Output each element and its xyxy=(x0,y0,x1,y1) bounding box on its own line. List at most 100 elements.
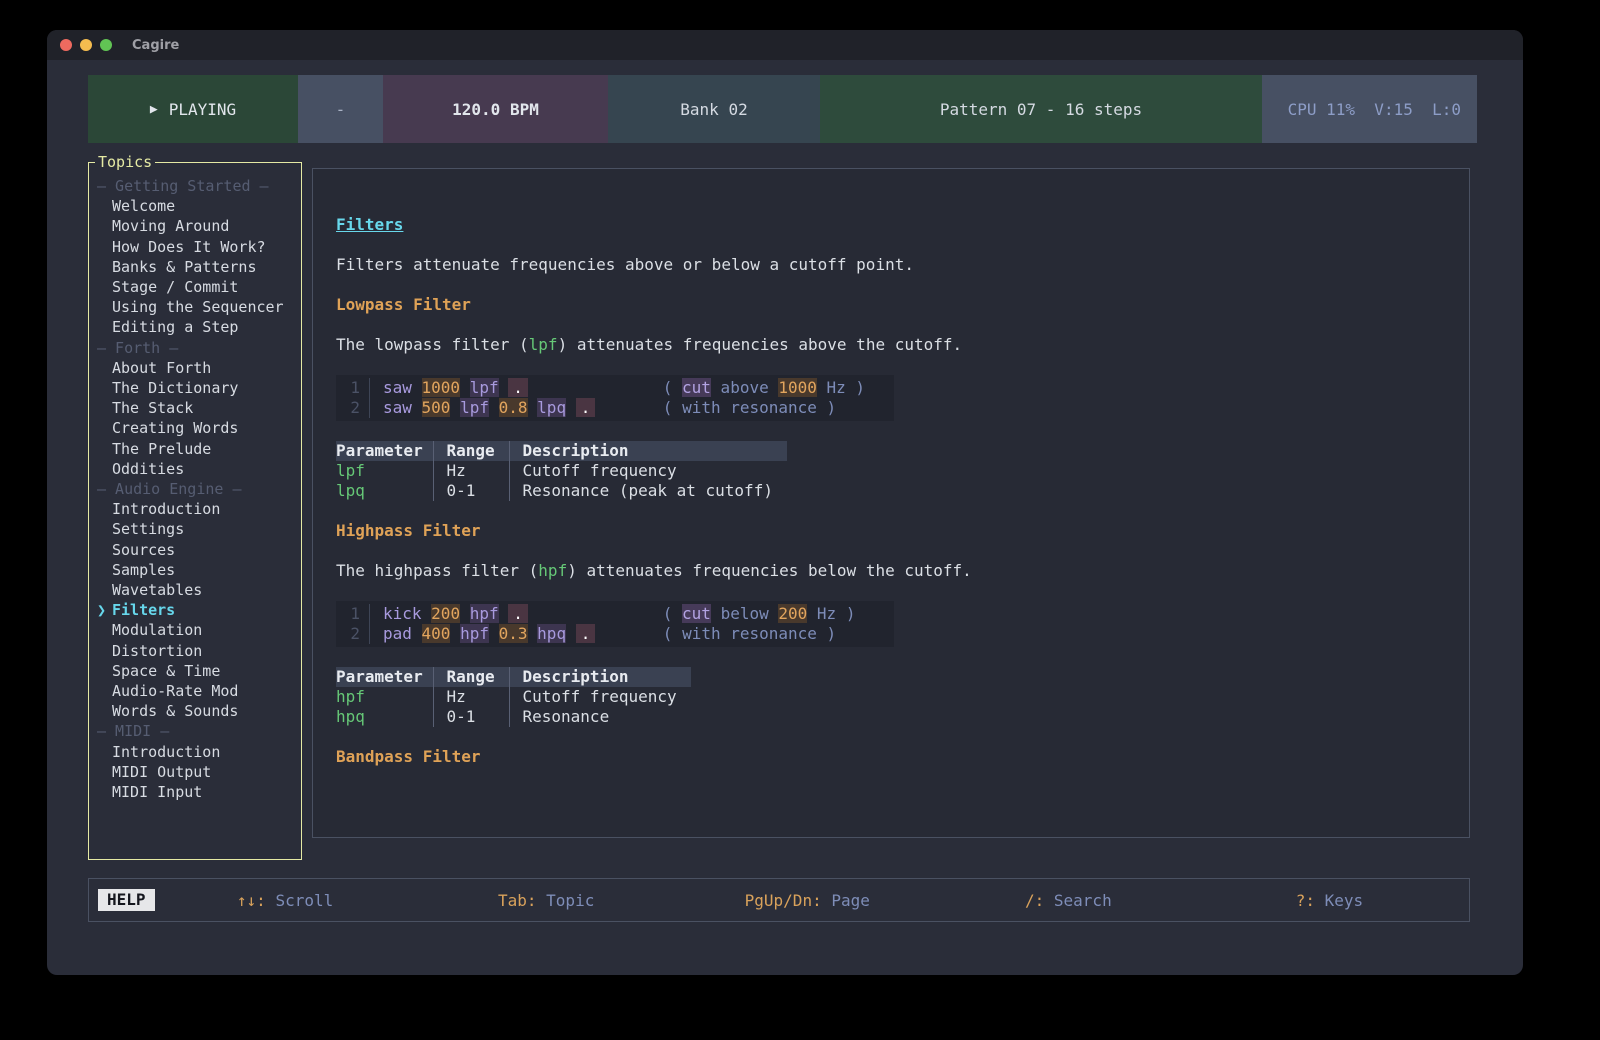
topic-label: Samples xyxy=(112,561,175,579)
topic-item[interactable]: Sources xyxy=(89,540,301,560)
topic-item[interactable]: Space & Time xyxy=(89,661,301,681)
text-span xyxy=(489,398,499,417)
maximize-window-icon[interactable] xyxy=(100,39,112,51)
topic-item[interactable]: Banks & Patterns xyxy=(89,257,301,277)
line-number: 2 xyxy=(336,398,370,418)
topic-label: Audio-Rate Mod xyxy=(112,682,238,700)
text-span xyxy=(489,624,499,643)
topic-label: Introduction xyxy=(112,743,220,761)
paragraph: The lowpass filter (lpf) attenuates freq… xyxy=(336,335,1469,355)
key-hint[interactable]: ↑↓: Scroll xyxy=(155,891,416,910)
topic-item[interactable]: The Stack xyxy=(89,398,301,418)
topic-item[interactable]: ❯Filters xyxy=(89,600,301,620)
text-span: The highpass filter ( xyxy=(336,561,538,580)
code-token-dot: . xyxy=(576,624,596,643)
table-cell: Hz xyxy=(433,461,509,481)
code-token-cmt: ( xyxy=(663,378,682,397)
topic-section-header: — MIDI — xyxy=(89,721,301,741)
transport-segment: ▶ PLAYING xyxy=(88,75,298,143)
topic-item[interactable]: Editing a Step xyxy=(89,317,301,337)
text-span xyxy=(566,398,576,417)
topic-list[interactable]: — Getting Started —WelcomeMoving AroundH… xyxy=(89,163,301,802)
text-span xyxy=(450,624,460,643)
section-heading: Lowpass Filter xyxy=(336,295,1469,315)
topic-label: — Audio Engine — xyxy=(97,480,242,498)
topic-item[interactable]: Introduction xyxy=(89,499,301,519)
help-content[interactable]: FiltersFilters attenuate frequencies abo… xyxy=(312,168,1470,838)
text-span xyxy=(499,378,509,397)
topic-item[interactable]: Modulation xyxy=(89,620,301,640)
topic-item[interactable]: Wavetables xyxy=(89,580,301,600)
close-window-icon[interactable] xyxy=(60,39,72,51)
code-token-lav: saw xyxy=(383,378,422,397)
code-token-lav: kick xyxy=(383,604,431,623)
topic-item[interactable]: Introduction xyxy=(89,742,301,762)
pattern-display: Pattern 07 - 16 steps xyxy=(820,75,1262,143)
code-token-dot: . xyxy=(508,604,528,623)
topics-sidebar-title: Topics xyxy=(95,153,155,171)
topic-item[interactable]: MIDI Input xyxy=(89,782,301,802)
code-line: 2saw 500 lpf 0.8 lpq . ( with resonance … xyxy=(336,398,894,418)
key-hint[interactable]: ?: Keys xyxy=(1199,891,1460,910)
table-cell: 0-1 xyxy=(433,481,509,501)
code-token-cmt: above xyxy=(711,378,778,397)
key-hint[interactable]: /: Search xyxy=(938,891,1199,910)
topic-label: Banks & Patterns xyxy=(112,258,257,276)
topic-section-header: — Getting Started — xyxy=(89,176,301,196)
topic-label: Settings xyxy=(112,520,184,538)
code-token-cmt: Hz ) xyxy=(817,378,865,397)
topic-item[interactable]: Distortion xyxy=(89,641,301,661)
topic-item[interactable]: The Dictionary xyxy=(89,378,301,398)
code-token-ltok: hpf xyxy=(460,624,489,643)
topic-item[interactable]: Stage / Commit xyxy=(89,277,301,297)
code-token-cmt: Hz ) xyxy=(807,604,855,623)
topic-item[interactable]: How Does It Work? xyxy=(89,237,301,257)
topic-item[interactable]: Moving Around xyxy=(89,216,301,236)
text-span xyxy=(595,624,662,643)
topic-item[interactable]: Samples xyxy=(89,560,301,580)
hint-key: ↑↓: xyxy=(237,891,266,910)
topic-item[interactable]: Welcome xyxy=(89,196,301,216)
hint-key: PgUp/Dn: xyxy=(745,891,822,910)
code-line: 2pad 400 hpf 0.3 hpq . ( with resonance … xyxy=(336,624,894,644)
code-token-ltok: hpq xyxy=(537,624,566,643)
help-mode-badge: HELP xyxy=(98,889,155,911)
table-header-cell: Parameter xyxy=(336,441,433,461)
text-span xyxy=(528,604,663,623)
key-hint[interactable]: Tab: Topic xyxy=(416,891,677,910)
minimize-window-icon[interactable] xyxy=(80,39,92,51)
topic-label: Oddities xyxy=(112,460,184,478)
topic-label: Modulation xyxy=(112,621,202,639)
topic-label: — MIDI — xyxy=(97,722,169,740)
topic-item[interactable]: Oddities xyxy=(89,459,301,479)
topic-item[interactable]: Using the Sequencer xyxy=(89,297,301,317)
topic-item[interactable]: The Prelude xyxy=(89,439,301,459)
text-span: ) attenuates frequencies above the cutof… xyxy=(558,335,963,354)
topic-item[interactable]: Audio-Rate Mod xyxy=(89,681,301,701)
code-token-otok: 1000 xyxy=(778,378,817,397)
code-token-dot: . xyxy=(576,398,596,417)
line-number: 1 xyxy=(336,604,370,624)
topic-label: Space & Time xyxy=(112,662,220,680)
hint-key: /: xyxy=(1025,891,1044,910)
code-token-ltok: lpq xyxy=(537,398,566,417)
topic-section-header: — Forth — xyxy=(89,338,301,358)
code-token-otok: 1000 xyxy=(422,378,461,397)
topic-label: — Forth — xyxy=(97,339,178,357)
key-hint[interactable]: PgUp/Dn: Page xyxy=(677,891,938,910)
topic-item[interactable]: Words & Sounds xyxy=(89,701,301,721)
code-token-otok: 400 xyxy=(422,624,451,643)
text-span xyxy=(595,398,662,417)
topic-item[interactable]: Creating Words xyxy=(89,418,301,438)
table-header-cell: Description xyxy=(509,441,787,461)
text-span xyxy=(460,378,470,397)
key-hints: ↑↓: ScrollTab: TopicPgUp/Dn: Page/: Sear… xyxy=(155,891,1460,910)
code-example: 1saw 1000 lpf . ( cut above 1000 Hz )2sa… xyxy=(336,375,894,421)
topic-item[interactable]: About Forth xyxy=(89,358,301,378)
titlebar: Cagire xyxy=(47,30,1523,60)
table-cell: lpf xyxy=(336,461,433,481)
topic-item[interactable]: MIDI Output xyxy=(89,762,301,782)
topic-item[interactable]: Settings xyxy=(89,519,301,539)
table-header-row: ParameterRangeDescription xyxy=(336,441,787,461)
code-token-otok: 500 xyxy=(422,398,451,417)
